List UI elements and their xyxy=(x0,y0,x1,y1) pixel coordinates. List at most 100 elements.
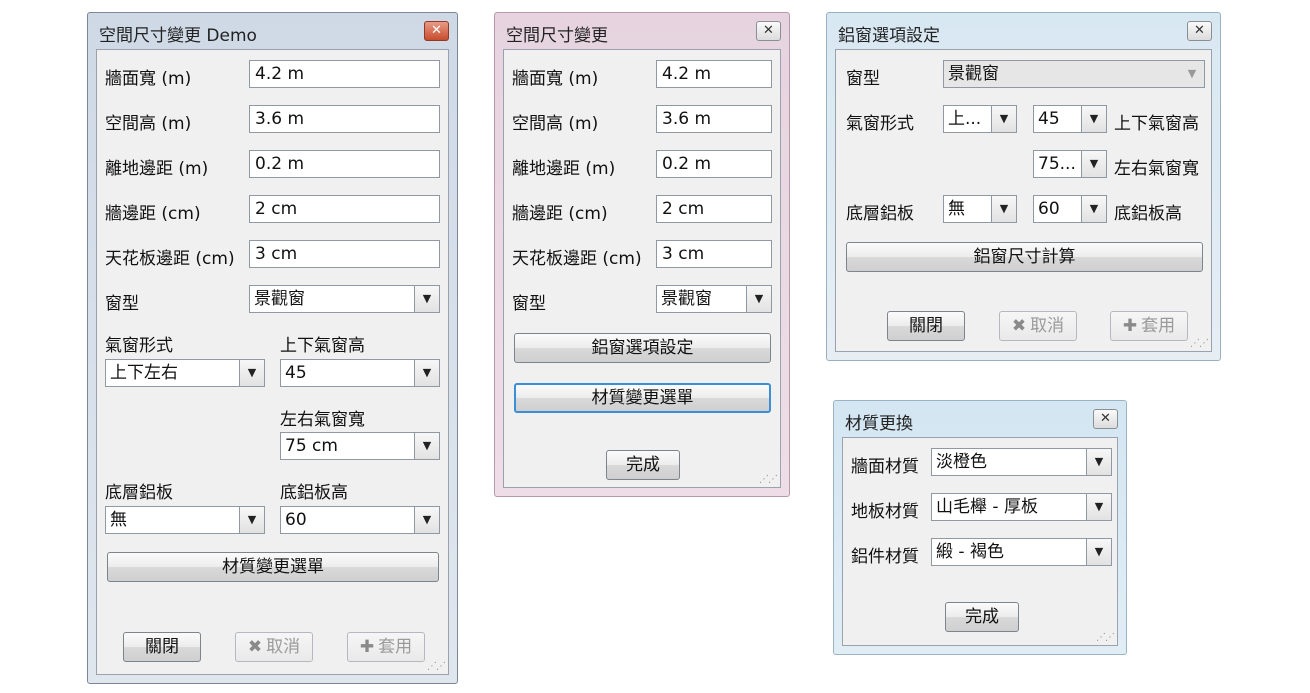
chevron-down-icon[interactable]: ▼ xyxy=(1081,196,1106,222)
chevron-down-icon[interactable]: ▼ xyxy=(414,507,439,533)
dimension-demo-window: 空間尺寸變更 Demo ✕ 牆面寬 (m) 4.2 m 空間高 (m) 3.6 … xyxy=(87,12,458,684)
window-type-select[interactable]: 景觀窗 ▼ xyxy=(249,285,440,313)
base-board-label: 底層鋁板 xyxy=(846,204,914,224)
aluminum-options-window: 鋁窗選項設定 ✕ 窗型 景觀窗 ▼ 氣窗形式 上... ▼ 45 ▼ 上下氣窗高… xyxy=(826,12,1221,361)
close-icon[interactable]: ✕ xyxy=(756,21,781,41)
apply-button[interactable]: ✚ 套用 xyxy=(347,632,425,662)
vent-height-select[interactable]: 45 ▼ xyxy=(280,359,440,387)
cancel-button[interactable]: ✖ 取消 xyxy=(999,311,1077,341)
close-icon[interactable]: ✕ xyxy=(1093,409,1118,429)
window-type-label: 窗型 xyxy=(512,294,546,314)
title-bar[interactable]: 空間尺寸變更 Demo ✕ xyxy=(88,13,457,49)
apply-button[interactable]: ✚ 套用 xyxy=(1110,311,1188,341)
material-menu-button[interactable]: 材質變更選單 xyxy=(514,383,771,413)
window-body: 窗型 景觀窗 ▼ 氣窗形式 上... ▼ 45 ▼ 上下氣窗高 75... ▼ … xyxy=(835,49,1212,352)
title-bar[interactable]: 鋁窗選項設定 ✕ xyxy=(827,13,1220,49)
close-button[interactable]: 關閉 xyxy=(887,311,965,341)
window-type-label: 窗型 xyxy=(105,294,139,314)
room-height-input[interactable]: 3.6 m xyxy=(249,105,440,133)
wall-margin-input[interactable]: 2 cm xyxy=(656,195,772,223)
floor-material-select[interactable]: 山毛櫸 - 厚板 ▼ xyxy=(931,493,1112,521)
base-board-select[interactable]: 無 ▼ xyxy=(943,195,1017,223)
close-icon[interactable]: ✕ xyxy=(1187,21,1212,41)
window-type-select[interactable]: 景觀窗 ▼ xyxy=(656,285,772,313)
wall-width-input[interactable]: 4.2 m xyxy=(656,60,772,88)
window-type-select[interactable]: 景觀窗 ▼ xyxy=(943,60,1205,88)
base-height-select[interactable]: 60 ▼ xyxy=(1033,195,1107,223)
wall-material-select[interactable]: 淡橙色 ▼ xyxy=(931,448,1112,476)
chevron-down-icon[interactable]: ▼ xyxy=(414,433,439,459)
floor-margin-input[interactable]: 0.2 m xyxy=(656,150,772,178)
field-label: 離地邊距 (m) xyxy=(512,159,616,179)
window-title: 空間尺寸變更 Demo xyxy=(99,26,257,46)
vent-style-select[interactable]: 上... ▼ xyxy=(943,105,1017,133)
material-menu-button[interactable]: 材質變更選單 xyxy=(107,552,439,582)
resize-grip-icon[interactable]: ⋰⋰ xyxy=(1190,338,1209,349)
base-height-select[interactable]: 60 ▼ xyxy=(280,506,440,534)
done-button[interactable]: 完成 xyxy=(945,602,1019,632)
close-icon[interactable]: ✕ xyxy=(424,21,449,41)
chevron-down-icon[interactable]: ▼ xyxy=(1086,449,1111,475)
dimension-window: 空間尺寸變更 ✕ 牆面寬 (m) 4.2 m 空間高 (m) 3.6 m 離地邊… xyxy=(494,12,790,497)
base-board-select[interactable]: 無 ▼ xyxy=(105,506,265,534)
field-label: 牆面寬 (m) xyxy=(512,69,599,89)
chevron-down-icon[interactable]: ▼ xyxy=(239,360,264,386)
resize-grip-icon[interactable]: ⋰⋰ xyxy=(759,474,778,485)
vent-width-select[interactable]: 75... ▼ xyxy=(1033,150,1107,178)
chevron-down-icon[interactable]: ▼ xyxy=(1086,539,1111,565)
chevron-down-icon[interactable]: ▼ xyxy=(991,196,1016,222)
chevron-down-icon[interactable]: ▼ xyxy=(414,286,439,312)
chevron-down-icon[interactable]: ▼ xyxy=(239,507,264,533)
vent-height-label: 上下氣窗高 xyxy=(280,336,365,356)
close-button[interactable]: 關閉 xyxy=(123,632,201,662)
chevron-down-icon[interactable]: ▼ xyxy=(1081,151,1106,177)
field-label: 牆邊距 (cm) xyxy=(105,204,201,224)
vent-width-label: 左右氣窗寬 xyxy=(280,410,365,430)
title-bar[interactable]: 空間尺寸變更 ✕ xyxy=(495,13,789,49)
base-height-label: 底鋁板高 xyxy=(1114,204,1182,224)
window-title: 材質更換 xyxy=(845,414,913,434)
field-label: 空間高 (m) xyxy=(105,114,192,134)
window-type-label: 窗型 xyxy=(846,69,880,89)
base-height-label: 底鋁板高 xyxy=(280,483,348,503)
wall-margin-input[interactable]: 2 cm xyxy=(249,195,440,223)
window-body: 牆面材質 淡橙色 ▼ 地板材質 山毛櫸 - 厚板 ▼ 鋁件材質 緞 - 褐色 ▼… xyxy=(842,437,1118,646)
chevron-down-icon[interactable]: ▼ xyxy=(746,286,771,312)
field-label: 天花板邊距 (cm) xyxy=(105,249,235,269)
field-label: 離地邊距 (m) xyxy=(105,159,209,179)
plus-icon: ✚ xyxy=(1122,316,1138,336)
material-change-window: 材質更換 ✕ 牆面材質 淡橙色 ▼ 地板材質 山毛櫸 - 厚板 ▼ 鋁件材質 緞… xyxy=(833,400,1127,655)
chevron-down-icon[interactable]: ▼ xyxy=(1081,106,1106,132)
vent-height-select[interactable]: 45 ▼ xyxy=(1033,105,1107,133)
ceiling-margin-input[interactable]: 3 cm xyxy=(656,240,772,268)
chevron-down-icon[interactable]: ▼ xyxy=(991,106,1016,132)
chevron-down-icon[interactable]: ▼ xyxy=(1180,61,1204,87)
vent-style-label: 氣窗形式 xyxy=(105,336,173,356)
wall-width-input[interactable]: 4.2 m xyxy=(249,60,440,88)
wall-material-label: 牆面材質 xyxy=(851,457,919,477)
vent-style-select[interactable]: 上下左右 ▼ xyxy=(105,359,265,387)
floor-material-label: 地板材質 xyxy=(851,502,919,522)
field-label: 天花板邊距 (cm) xyxy=(512,249,642,269)
chevron-down-icon[interactable]: ▼ xyxy=(414,360,439,386)
done-button[interactable]: 完成 xyxy=(606,450,680,480)
ceiling-margin-input[interactable]: 3 cm xyxy=(249,240,440,268)
resize-grip-icon[interactable]: ⋰⋰ xyxy=(1096,632,1115,643)
metal-material-select[interactable]: 緞 - 褐色 ▼ xyxy=(931,538,1112,566)
floor-margin-input[interactable]: 0.2 m xyxy=(249,150,440,178)
chevron-down-icon[interactable]: ▼ xyxy=(1086,494,1111,520)
room-height-input[interactable]: 3.6 m xyxy=(656,105,772,133)
title-bar[interactable]: 材質更換 ✕ xyxy=(834,401,1126,437)
cancel-button[interactable]: ✖ 取消 xyxy=(235,632,313,662)
vent-height-label: 上下氣窗高 xyxy=(1114,114,1199,134)
aluminum-size-calc-button[interactable]: 鋁窗尺寸計算 xyxy=(846,242,1203,272)
aluminum-options-button[interactable]: 鋁窗選項設定 xyxy=(514,333,771,363)
resize-grip-icon[interactable]: ⋰⋰ xyxy=(427,661,446,672)
vent-style-label: 氣窗形式 xyxy=(846,114,914,134)
window-body: 牆面寬 (m) 4.2 m 空間高 (m) 3.6 m 離地邊距 (m) 0.2… xyxy=(503,49,781,488)
plus-icon: ✚ xyxy=(359,637,375,657)
window-body: 牆面寬 (m) 4.2 m 空間高 (m) 3.6 m 離地邊距 (m) 0.2… xyxy=(96,49,449,675)
base-board-label: 底層鋁板 xyxy=(105,483,173,503)
window-title: 空間尺寸變更 xyxy=(506,26,608,46)
vent-width-select[interactable]: 75 cm ▼ xyxy=(280,432,440,460)
